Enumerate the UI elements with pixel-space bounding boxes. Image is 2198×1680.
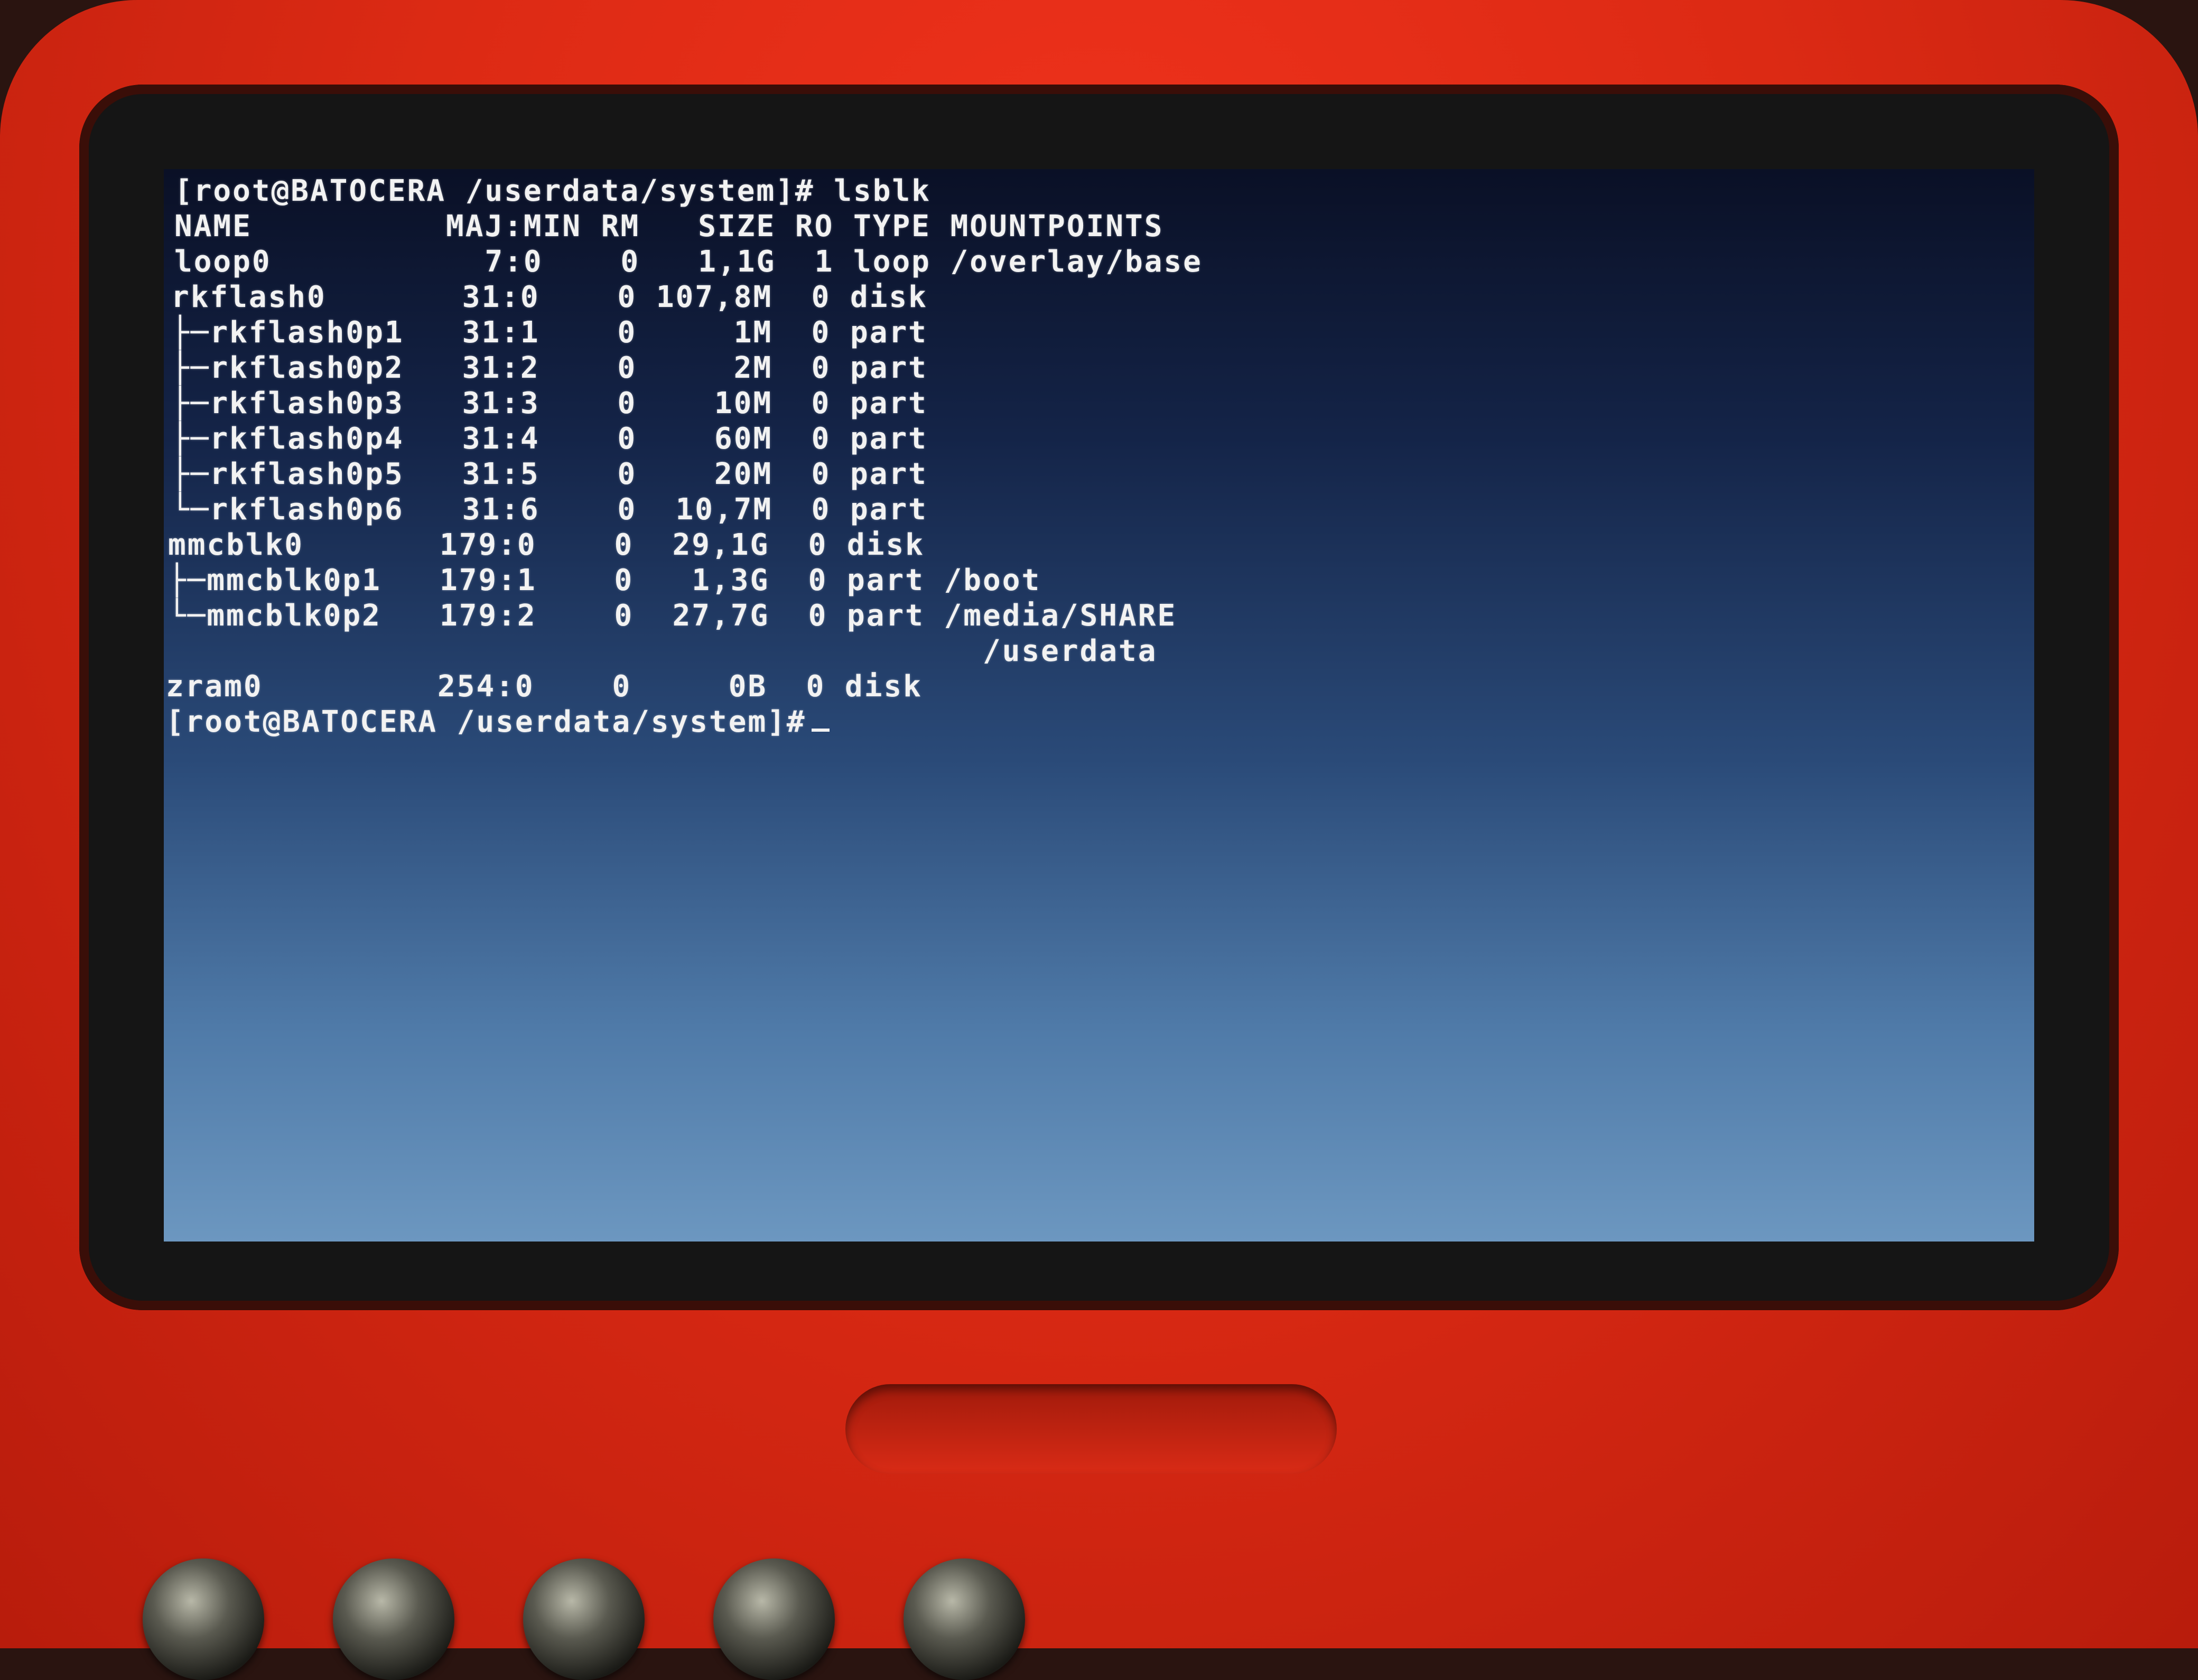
lsblk-row: └─mmcblk0p2 179:2 0 27,7G 0 part /media/… (168, 599, 1177, 633)
lsblk-row: mmcblk0 179:0 0 29,1G 0 disk (168, 528, 925, 562)
hardware-button[interactable] (713, 1558, 835, 1680)
lsblk-row: ├─rkflash0p3 31:3 0 10M 0 part (171, 386, 928, 421)
terminal-prompt-line[interactable]: [root@BATOCERA /userdata/system]# (166, 704, 830, 740)
hardware-button[interactable] (523, 1558, 645, 1680)
lsblk-header-row: NAME MAJ:MIN RM SIZE RO TYPE MOUNTPOINTS (174, 209, 1164, 244)
terminal-prompt: [root@BATOCERA /userdata/system]# (166, 705, 806, 739)
text-cursor (811, 729, 830, 732)
terminal-console[interactable]: [root@BATOCERA /userdata/system]# lsblk … (164, 169, 2034, 1242)
lsblk-row: zram0 254:0 0 0B 0 disk (166, 669, 923, 704)
lsblk-row: └─rkflash0p6 31:6 0 10,7M 0 part (171, 492, 928, 527)
handheld-device-shell: [root@BATOCERA /userdata/system]# lsblk … (0, 0, 2198, 1680)
hardware-button[interactable] (904, 1558, 1025, 1680)
lsblk-row: ├─rkflash0p1 31:1 0 1M 0 part (171, 315, 928, 350)
lsblk-row: ├─rkflash0p4 31:4 0 60M 0 part (171, 422, 928, 456)
lsblk-row: /userdata (168, 634, 1158, 668)
display-screen: [root@BATOCERA /userdata/system]# lsblk … (164, 169, 2034, 1242)
lsblk-row: ├─mmcblk0p1 179:1 0 1,3G 0 part /boot (168, 563, 1041, 598)
lsblk-row: ├─rkflash0p5 31:5 0 20M 0 part (171, 457, 928, 491)
hardware-button[interactable] (143, 1558, 264, 1680)
terminal-command-line: [root@BATOCERA /userdata/system]# lsblk (174, 174, 931, 208)
lsblk-row: rkflash0 31:0 0 107,8M 0 disk (171, 280, 928, 314)
lsblk-row: loop0 7:0 0 1,1G 1 loop /overlay/base (174, 245, 1203, 279)
hardware-button[interactable] (333, 1558, 454, 1680)
speaker-grille (845, 1384, 1337, 1474)
lsblk-row: ├─rkflash0p2 31:2 0 2M 0 part (171, 351, 928, 385)
